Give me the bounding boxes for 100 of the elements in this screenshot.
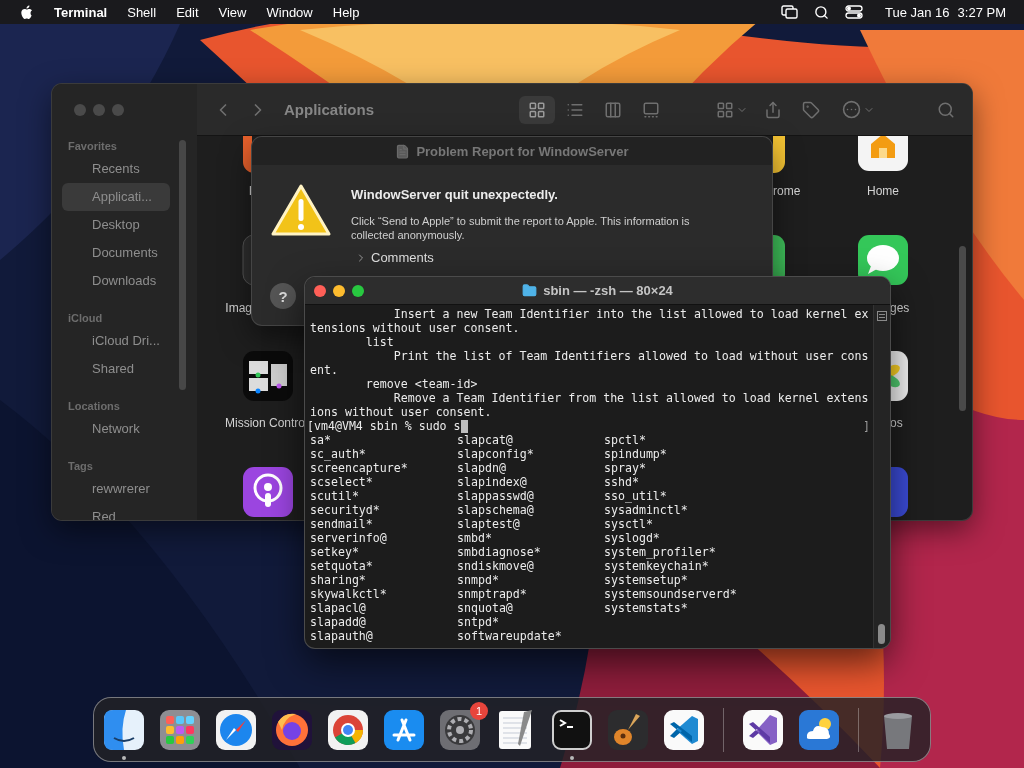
compass-icon[interactable] — [214, 707, 258, 752]
sidebar-item[interactable]: Recents — [62, 155, 170, 183]
completion-entry: sc_auth* — [310, 447, 366, 461]
windows-icon[interactable] — [781, 5, 798, 19]
scrollbar[interactable] — [959, 246, 966, 411]
tag-icon[interactable] — [802, 100, 820, 119]
dialog-message: Click “Send to Apple” to submit the report to Apple. This information is collected anonymously. — [351, 214, 691, 242]
line-end-mark: ] — [863, 419, 870, 433]
menu-item[interactable]: Window — [256, 4, 323, 20]
terminal-line: list — [364, 335, 394, 349]
app-label[interactable]: os — [890, 416, 903, 430]
completion-entry: setquota* — [310, 559, 373, 573]
menu-item[interactable]: Shell — [117, 4, 167, 20]
toggles-icon[interactable] — [845, 5, 863, 19]
app-label[interactable]: Imag — [225, 301, 252, 315]
completion-entry: smbd* — [457, 531, 492, 545]
completion-entry: slapcat@ — [457, 433, 513, 447]
completion-entry: securityd* — [310, 503, 380, 517]
menu-app-name[interactable]: Terminal — [54, 4, 118, 20]
sidebar-heading: Locations — [67, 399, 120, 414]
app-label[interactable]: rome — [773, 184, 801, 198]
completion-entry: screencapture* — [310, 461, 408, 475]
sidebar-item[interactable]: rewwrerer — [62, 475, 170, 503]
menu-item[interactable]: Edit — [166, 4, 209, 20]
app-grid-icon[interactable] — [158, 707, 202, 752]
minimize-button[interactable] — [333, 285, 345, 297]
comments-disclosure[interactable]: Comments — [355, 251, 434, 265]
command-prompt: [vm4@VM4 sbin % sudo s — [307, 419, 461, 433]
notification-badge: 1 — [470, 701, 488, 720]
infinity-ribbon-icon[interactable] — [741, 707, 785, 752]
completion-entry: slapconfig* — [457, 447, 534, 461]
terminal-line: Insert a new Team Identifier into the list allowed to load kernel ex — [392, 307, 869, 321]
scrollbar[interactable] — [179, 140, 186, 390]
app-label[interactable]: I — [248, 184, 252, 198]
menu-time[interactable]: 3:27 PM — [957, 4, 1006, 20]
share-icon[interactable] — [764, 100, 782, 119]
scrollbar[interactable] — [873, 305, 890, 648]
menu-item[interactable]: Help — [322, 4, 370, 20]
completion-entry: slapdn@ — [457, 461, 506, 475]
completion-entry: sshd* — [604, 475, 639, 489]
close-button[interactable] — [314, 285, 326, 297]
crossed-sticks-icon[interactable] — [382, 707, 426, 752]
view-button[interactable] — [519, 95, 555, 124]
window-title: Applications — [284, 101, 374, 118]
guitar-icon[interactable] — [606, 707, 650, 752]
apple-icon[interactable] — [20, 4, 33, 20]
gear-icon[interactable] — [438, 707, 482, 752]
lines-icon[interactable] — [877, 311, 887, 321]
cloud-sun-icon[interactable] — [797, 707, 841, 752]
columns-view-icon — [604, 100, 622, 119]
menu-item[interactable]: View — [208, 4, 257, 20]
sidebar-item[interactable]: iCloud Dri... — [62, 327, 170, 355]
completion-entry: sntpd* — [457, 615, 499, 629]
scroll-thumb[interactable] — [878, 624, 885, 644]
sidebar-heading: iCloud — [67, 311, 103, 326]
completion-entry: sendmail* — [310, 517, 373, 531]
speech-bubble-icon[interactable] — [857, 234, 909, 286]
completion-entry: spray* — [604, 461, 646, 475]
completion-entry: scselect* — [310, 475, 373, 489]
help-button[interactable]: ? — [270, 283, 296, 309]
code-ribbon-icon[interactable] — [662, 707, 706, 752]
completion-entry: systemsetup* — [604, 573, 688, 587]
split-tile-icon[interactable] — [102, 707, 146, 752]
app-label[interactable]: Mission Contro — [224, 416, 305, 430]
sidebar-item[interactable]: Downloads — [62, 267, 170, 295]
sidebar-item[interactable]: Applicati... — [62, 183, 170, 211]
completion-entry: slapindex@ — [457, 475, 527, 489]
app-icon[interactable] — [773, 136, 786, 174]
zoom-button[interactable] — [352, 285, 364, 297]
completion-entry: sharing* — [310, 573, 366, 587]
app-icon[interactable] — [773, 234, 786, 276]
text-cursor — [460, 419, 468, 433]
search-icon[interactable] — [814, 4, 829, 20]
completion-entry: skywalkctl* — [310, 587, 387, 601]
gallery-view-icon — [642, 100, 660, 119]
flame-globe-icon[interactable] — [270, 707, 314, 752]
completion-entry: slapadd@ — [310, 615, 366, 629]
terminal-icon[interactable] — [550, 707, 594, 752]
completion-entry: sysadminctl* — [604, 503, 688, 517]
completion-entry: setkey* — [310, 545, 359, 559]
podcast-icon[interactable] — [242, 466, 294, 518]
sidebar-item[interactable]: Documents — [62, 239, 170, 267]
sidebar-item[interactable]: Network — [62, 415, 170, 443]
sidebar-item[interactable]: Desktop — [62, 211, 170, 239]
dialog-title: Problem Report for WindowServer — [416, 143, 629, 159]
group-icon[interactable] — [716, 100, 734, 119]
menu-date[interactable]: Tue Jan 16 — [885, 4, 950, 20]
completion-entry: softwareupdate* — [457, 629, 562, 643]
completion-entry: snquota@ — [457, 601, 513, 615]
app-label[interactable]: Home — [867, 184, 899, 198]
flower-icon[interactable] — [891, 350, 909, 402]
more-icon[interactable] — [842, 100, 861, 119]
terminal-line: Print the list of Team Identifiers allowed to load without user cons — [392, 349, 869, 363]
app-label[interactable]: ges — [890, 301, 910, 315]
terminal-line: tensions without user consent. — [310, 321, 520, 335]
completion-entry: scutil* — [310, 489, 359, 503]
sidebar-item[interactable]: Shared — [62, 355, 170, 383]
completion-entry: smbdiagnose* — [457, 545, 541, 559]
windows-icon[interactable] — [242, 350, 294, 402]
completion-entry: snmptrapd* — [457, 587, 527, 601]
